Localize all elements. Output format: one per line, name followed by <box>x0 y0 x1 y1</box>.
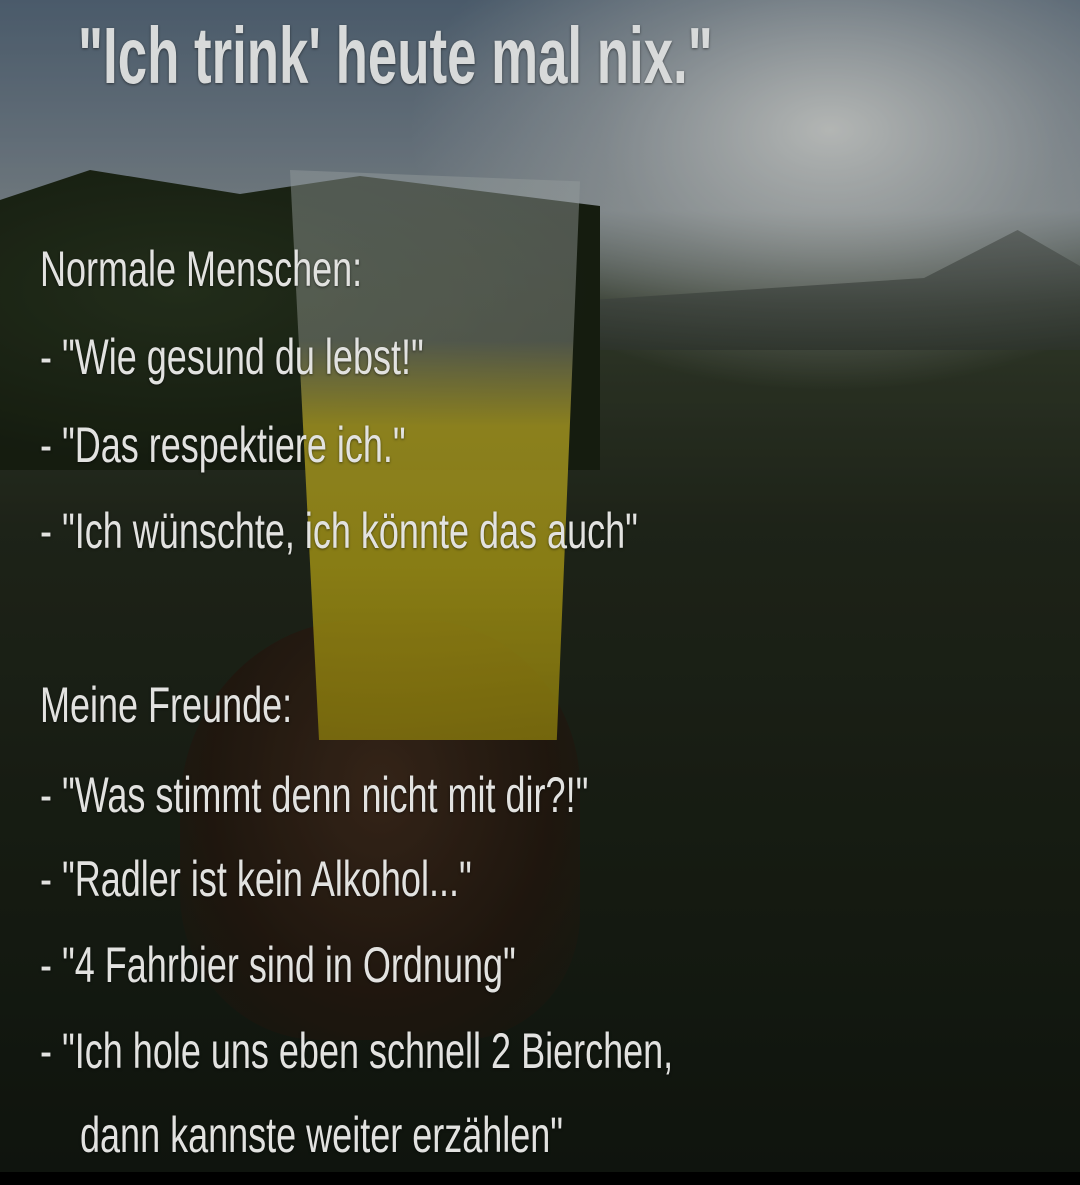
section-heading-normal-people: Normale Menschen: <box>40 241 363 297</box>
bottom-border <box>0 1172 1080 1185</box>
quote-line: - "4 Fahrbier sind in Ordnung" <box>40 937 516 993</box>
meme-image: "Ich trink' heute mal nix." Normale Mens… <box>0 0 1080 1172</box>
quote-line: - "Ich wünschte, ich könnte das auch" <box>40 503 638 559</box>
quote-line: - "Das respektiere ich." <box>40 417 406 473</box>
dark-overlay <box>0 0 1080 1172</box>
quote-line: - "Wie gesund du lebst!" <box>40 329 424 385</box>
quote-line: - "Was stimmt denn nicht mit dir?!" <box>40 767 589 823</box>
section-heading-my-friends: Meine Freunde: <box>40 677 293 733</box>
quote-line: - "Radler ist kein Alkohol..." <box>40 851 472 907</box>
quote-line-continuation: dann kannste weiter erzählen" <box>80 1107 564 1163</box>
quote-line: - "Ich hole uns eben schnell 2 Bierchen, <box>40 1023 674 1079</box>
meme-title: "Ich trink' heute mal nix." <box>78 11 713 100</box>
